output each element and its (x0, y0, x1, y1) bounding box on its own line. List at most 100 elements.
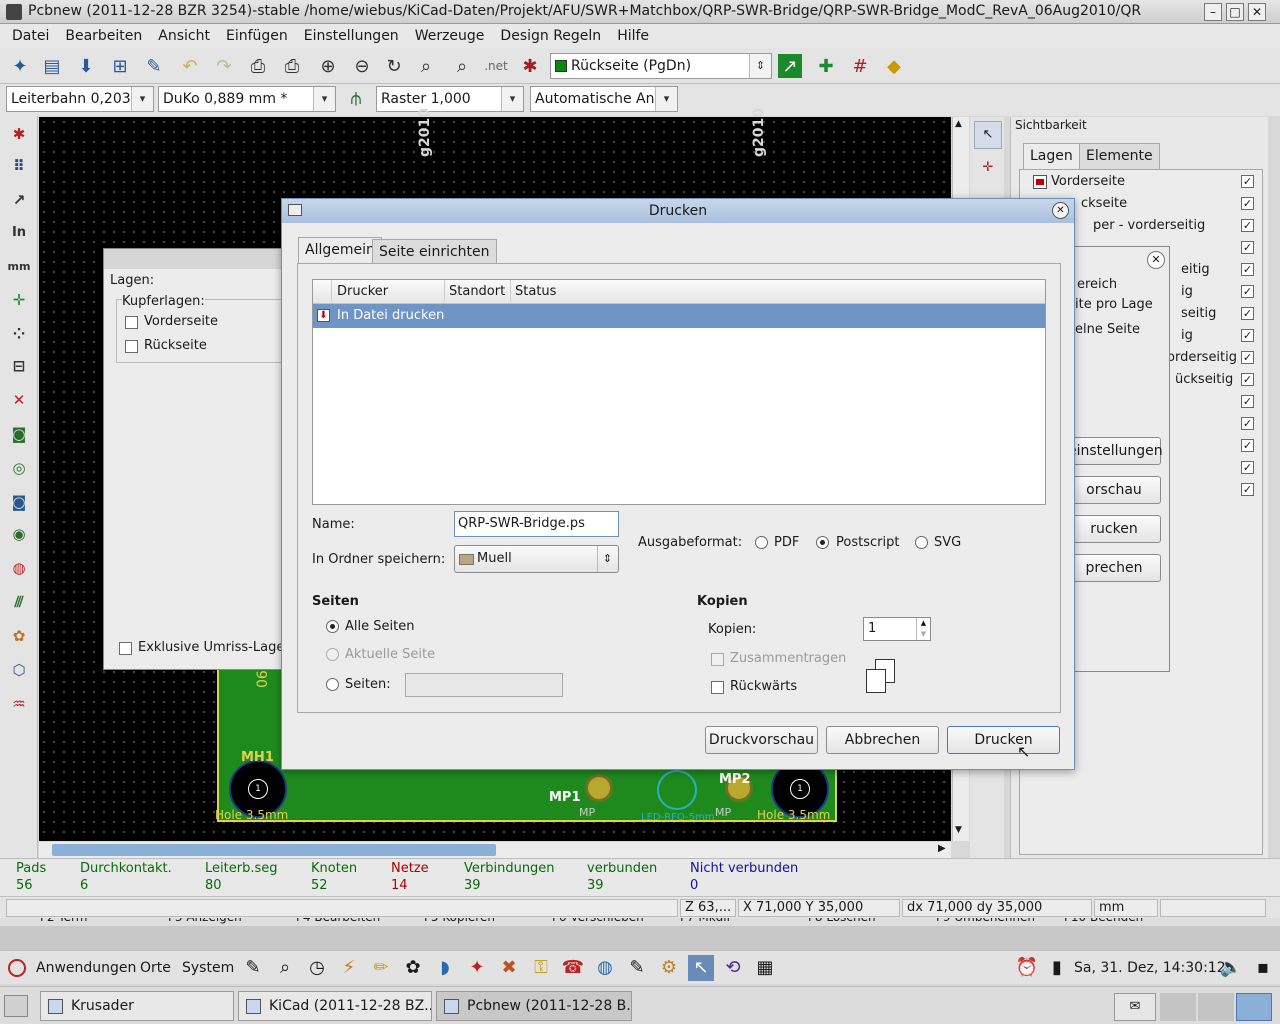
ratsnest-icon[interactable]: ⁘ (5, 320, 33, 348)
format-postscript-radio[interactable] (816, 536, 829, 549)
launcher-kicad-icon[interactable]: ⚡ (336, 955, 362, 981)
zone-hide-icon[interactable]: ◎ (5, 454, 33, 482)
launcher-app-icon[interactable]: ✦ (464, 955, 490, 981)
launcher-calculator-icon[interactable]: ▦ (752, 955, 778, 981)
layer-pair-icon[interactable]: ↗ (778, 54, 802, 78)
tab-elemente[interactable]: Elemente (1079, 143, 1160, 169)
front-layer-checkbox[interactable] (125, 316, 138, 329)
format-svg-radio[interactable] (915, 536, 928, 549)
spin-up-icon[interactable]: ▲ (916, 618, 930, 629)
print-icon[interactable]: ⎙ (244, 52, 272, 80)
fkey-button[interactable]: F5 Kopieren (424, 918, 495, 924)
fkey-button[interactable]: F8 Löschen (808, 918, 876, 924)
undo-icon[interactable]: ↶ (176, 52, 204, 80)
zone-outline-icon[interactable]: ◙ (5, 488, 33, 516)
show-desktop-icon[interactable] (4, 995, 28, 1017)
zoom-select[interactable]: Automatische Anp ▾ (530, 86, 678, 112)
layer-visible-checkbox[interactable]: ✓ (1241, 197, 1254, 210)
find-icon[interactable]: ⌕ (448, 52, 476, 80)
launcher-lock-icon[interactable]: ⚿ (528, 955, 554, 981)
layer-visible-checkbox[interactable]: ✓ (1241, 263, 1254, 276)
menu-einfuegen[interactable]: Einfügen (218, 28, 296, 44)
plot-single-page-option[interactable]: elne Seite (1075, 322, 1140, 337)
launcher-clock-icon[interactable]: ◷ (304, 955, 330, 981)
menu-ansicht[interactable]: Ansicht (150, 28, 218, 44)
microwave-toolbar-icon[interactable]: ⬡ (5, 656, 33, 684)
launcher-pointer-icon[interactable]: ↖ (688, 955, 714, 981)
print-preview-button[interactable]: Druckvorschau (705, 726, 818, 754)
layers-manager-icon[interactable]: ♒ (5, 690, 33, 718)
tab-allgemein[interactable]: Allgemein (298, 237, 382, 263)
menu-werkzeuge[interactable]: Werzeuge (407, 28, 493, 44)
vias-sketch-icon[interactable]: ◍ (5, 554, 33, 582)
format-pdf-radio[interactable] (755, 536, 768, 549)
layer-visible-checkbox[interactable]: ✓ (1241, 285, 1254, 298)
panel-menu-icon[interactable]: ▪ (1250, 955, 1276, 981)
layer-visible-checkbox[interactable]: ✓ (1241, 439, 1254, 452)
dialog-menu-icon[interactable] (288, 204, 302, 216)
volume-icon[interactable]: 🔈 (1218, 955, 1244, 981)
redraw-icon[interactable]: ↻ (380, 52, 408, 80)
close-icon[interactable]: ✕ (1052, 202, 1069, 219)
fkey-button[interactable]: F2 Term (40, 918, 87, 924)
cursor-shape-icon[interactable]: ✛ (5, 286, 33, 314)
scroll-down-icon[interactable]: ▼ (955, 825, 962, 835)
grid-toggle-icon[interactable]: ⠿ (5, 152, 33, 180)
back-layer-checkbox[interactable] (125, 340, 138, 353)
cancel-button[interactable]: Abbrechen (826, 726, 939, 754)
layer-select[interactable]: Rückseite (PgDn) ⇕ (550, 53, 772, 79)
layer-visible-checkbox[interactable]: ✓ (1241, 417, 1254, 430)
launcher-dolphin-icon[interactable]: ◗ (432, 955, 458, 981)
print-button[interactable]: Drucken (947, 726, 1060, 754)
layer-visible-checkbox[interactable]: ✓ (1241, 483, 1254, 496)
layer-visible-checkbox[interactable]: ✓ (1241, 219, 1254, 232)
task-kicad[interactable]: KiCad (2011-12-28 BZ... (238, 991, 432, 1021)
horizontal-scroll-thumb[interactable] (52, 844, 496, 856)
inch-units-icon[interactable]: In (5, 218, 33, 246)
zone-show-icon[interactable]: ◙ (5, 420, 33, 448)
reverse-checkbox[interactable] (711, 681, 724, 694)
launcher-package-icon[interactable]: ⚙ (656, 955, 682, 981)
polar-coords-icon[interactable]: ↗ (5, 186, 33, 214)
autoplace-icon[interactable]: ✚ (812, 52, 840, 80)
launcher-phone-icon[interactable]: ☎ (560, 955, 586, 981)
menu-orte[interactable]: Orte (140, 960, 171, 976)
launcher-globe-icon[interactable]: ◍ (592, 955, 618, 981)
fkey-button[interactable]: F3 Anzeigen (168, 918, 242, 924)
menu-bearbeiten[interactable]: Bearbeiten (57, 28, 150, 44)
col-drucker[interactable]: Drucker (337, 284, 388, 299)
tab-lagen[interactable]: Lagen (1023, 143, 1080, 169)
menu-einstellungen[interactable]: Einstellungen (296, 28, 407, 44)
via-size-select[interactable]: DuKo 0,889 mm * ▾ (158, 86, 336, 112)
drc-off-icon[interactable]: ✱ (5, 120, 33, 148)
layer-visible-checkbox[interactable]: ✓ (1241, 461, 1254, 474)
menu-system[interactable]: System (182, 960, 234, 976)
layer-color-icon[interactable] (1033, 175, 1047, 189)
save-icon[interactable]: ⬇ (72, 52, 100, 80)
exclusive-outline-checkbox[interactable] (119, 642, 132, 655)
autoroute-icon[interactable]: # (846, 52, 874, 80)
workspace-2[interactable] (1198, 993, 1234, 1021)
spin-down-icon[interactable]: ▼ (916, 629, 930, 640)
fkey-button[interactable]: F7 Mkdir (680, 918, 732, 924)
auto-track-width-icon[interactable]: ⫛ (342, 84, 370, 112)
folder-select[interactable]: Muell ⇕ (454, 545, 619, 573)
module-ratsnest-icon[interactable]: ⊟ (5, 352, 33, 380)
workspace-1[interactable] (1160, 993, 1196, 1021)
fkey-button[interactable]: F4 Bearbeiten (296, 918, 380, 924)
launcher-editor-icon[interactable]: ✎ (240, 955, 266, 981)
tracks-sketch-icon[interactable]: ⫻ (5, 588, 33, 616)
module-editor-icon[interactable]: ✎ (140, 52, 168, 80)
new-board-icon[interactable]: ✦ (6, 52, 34, 80)
zoom-fit-icon[interactable]: ⌕ (412, 52, 440, 80)
close-icon[interactable]: ✕ (1147, 251, 1165, 269)
page-range-radio[interactable] (326, 678, 339, 691)
pads-sketch-icon[interactable]: ◉ (5, 520, 33, 548)
zoom-out-icon[interactable]: ⊖ (348, 52, 376, 80)
layer-visible-checkbox[interactable]: ✓ (1241, 175, 1254, 188)
maximize-button[interactable]: □ (1226, 3, 1244, 21)
layer-visible-checkbox[interactable]: ✓ (1241, 373, 1254, 386)
clock[interactable]: Sa, 31. Dez, 14:30:12 (1074, 960, 1226, 976)
layer-visible-checkbox[interactable]: ✓ (1241, 351, 1254, 364)
plot-preview-button[interactable]: orschau (1067, 476, 1161, 504)
